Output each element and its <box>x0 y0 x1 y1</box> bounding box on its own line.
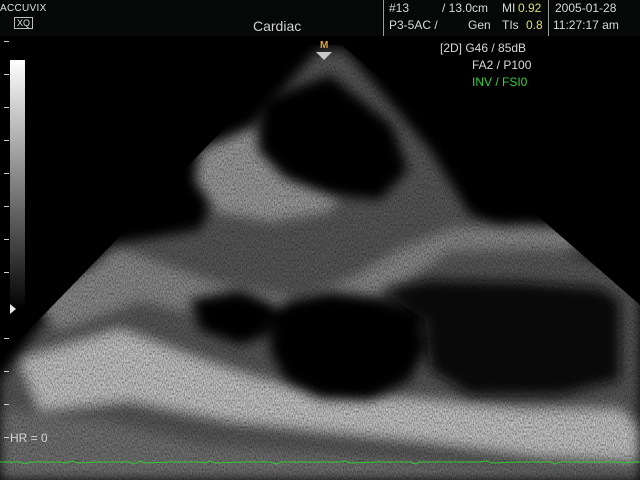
gen-label: Gen <box>468 18 491 32</box>
exam-date: 2005-01-28 <box>555 1 617 15</box>
focus-marker: M <box>320 40 329 51</box>
preset-label: Cardiac <box>253 18 302 34</box>
model-badge: XQ <box>14 17 34 29</box>
mi-value: 0.92 <box>518 1 542 15</box>
tis-label: TIs <box>502 18 519 32</box>
mi-label: MI <box>502 1 516 15</box>
ultrasound-image <box>0 45 640 480</box>
depth-value: / 13.0cm <box>442 1 489 15</box>
probe-name: P3-5AC / <box>389 18 438 32</box>
tis-value: 0.8 <box>526 18 543 32</box>
grey-scale-bar <box>10 60 25 310</box>
header-divider <box>548 0 549 36</box>
ecg-trace <box>0 460 640 465</box>
triangle-right-icon[interactable] <box>10 304 16 314</box>
heart-rate: HR = 0 <box>10 431 48 445</box>
header-divider <box>383 0 384 36</box>
brand-name: ACCUVIX <box>0 3 47 14</box>
header-bar <box>0 0 640 36</box>
frame-number: #13 <box>389 1 410 15</box>
focus-arrow-icon <box>316 52 332 60</box>
exam-time: 11:27:17 am <box>553 18 619 32</box>
